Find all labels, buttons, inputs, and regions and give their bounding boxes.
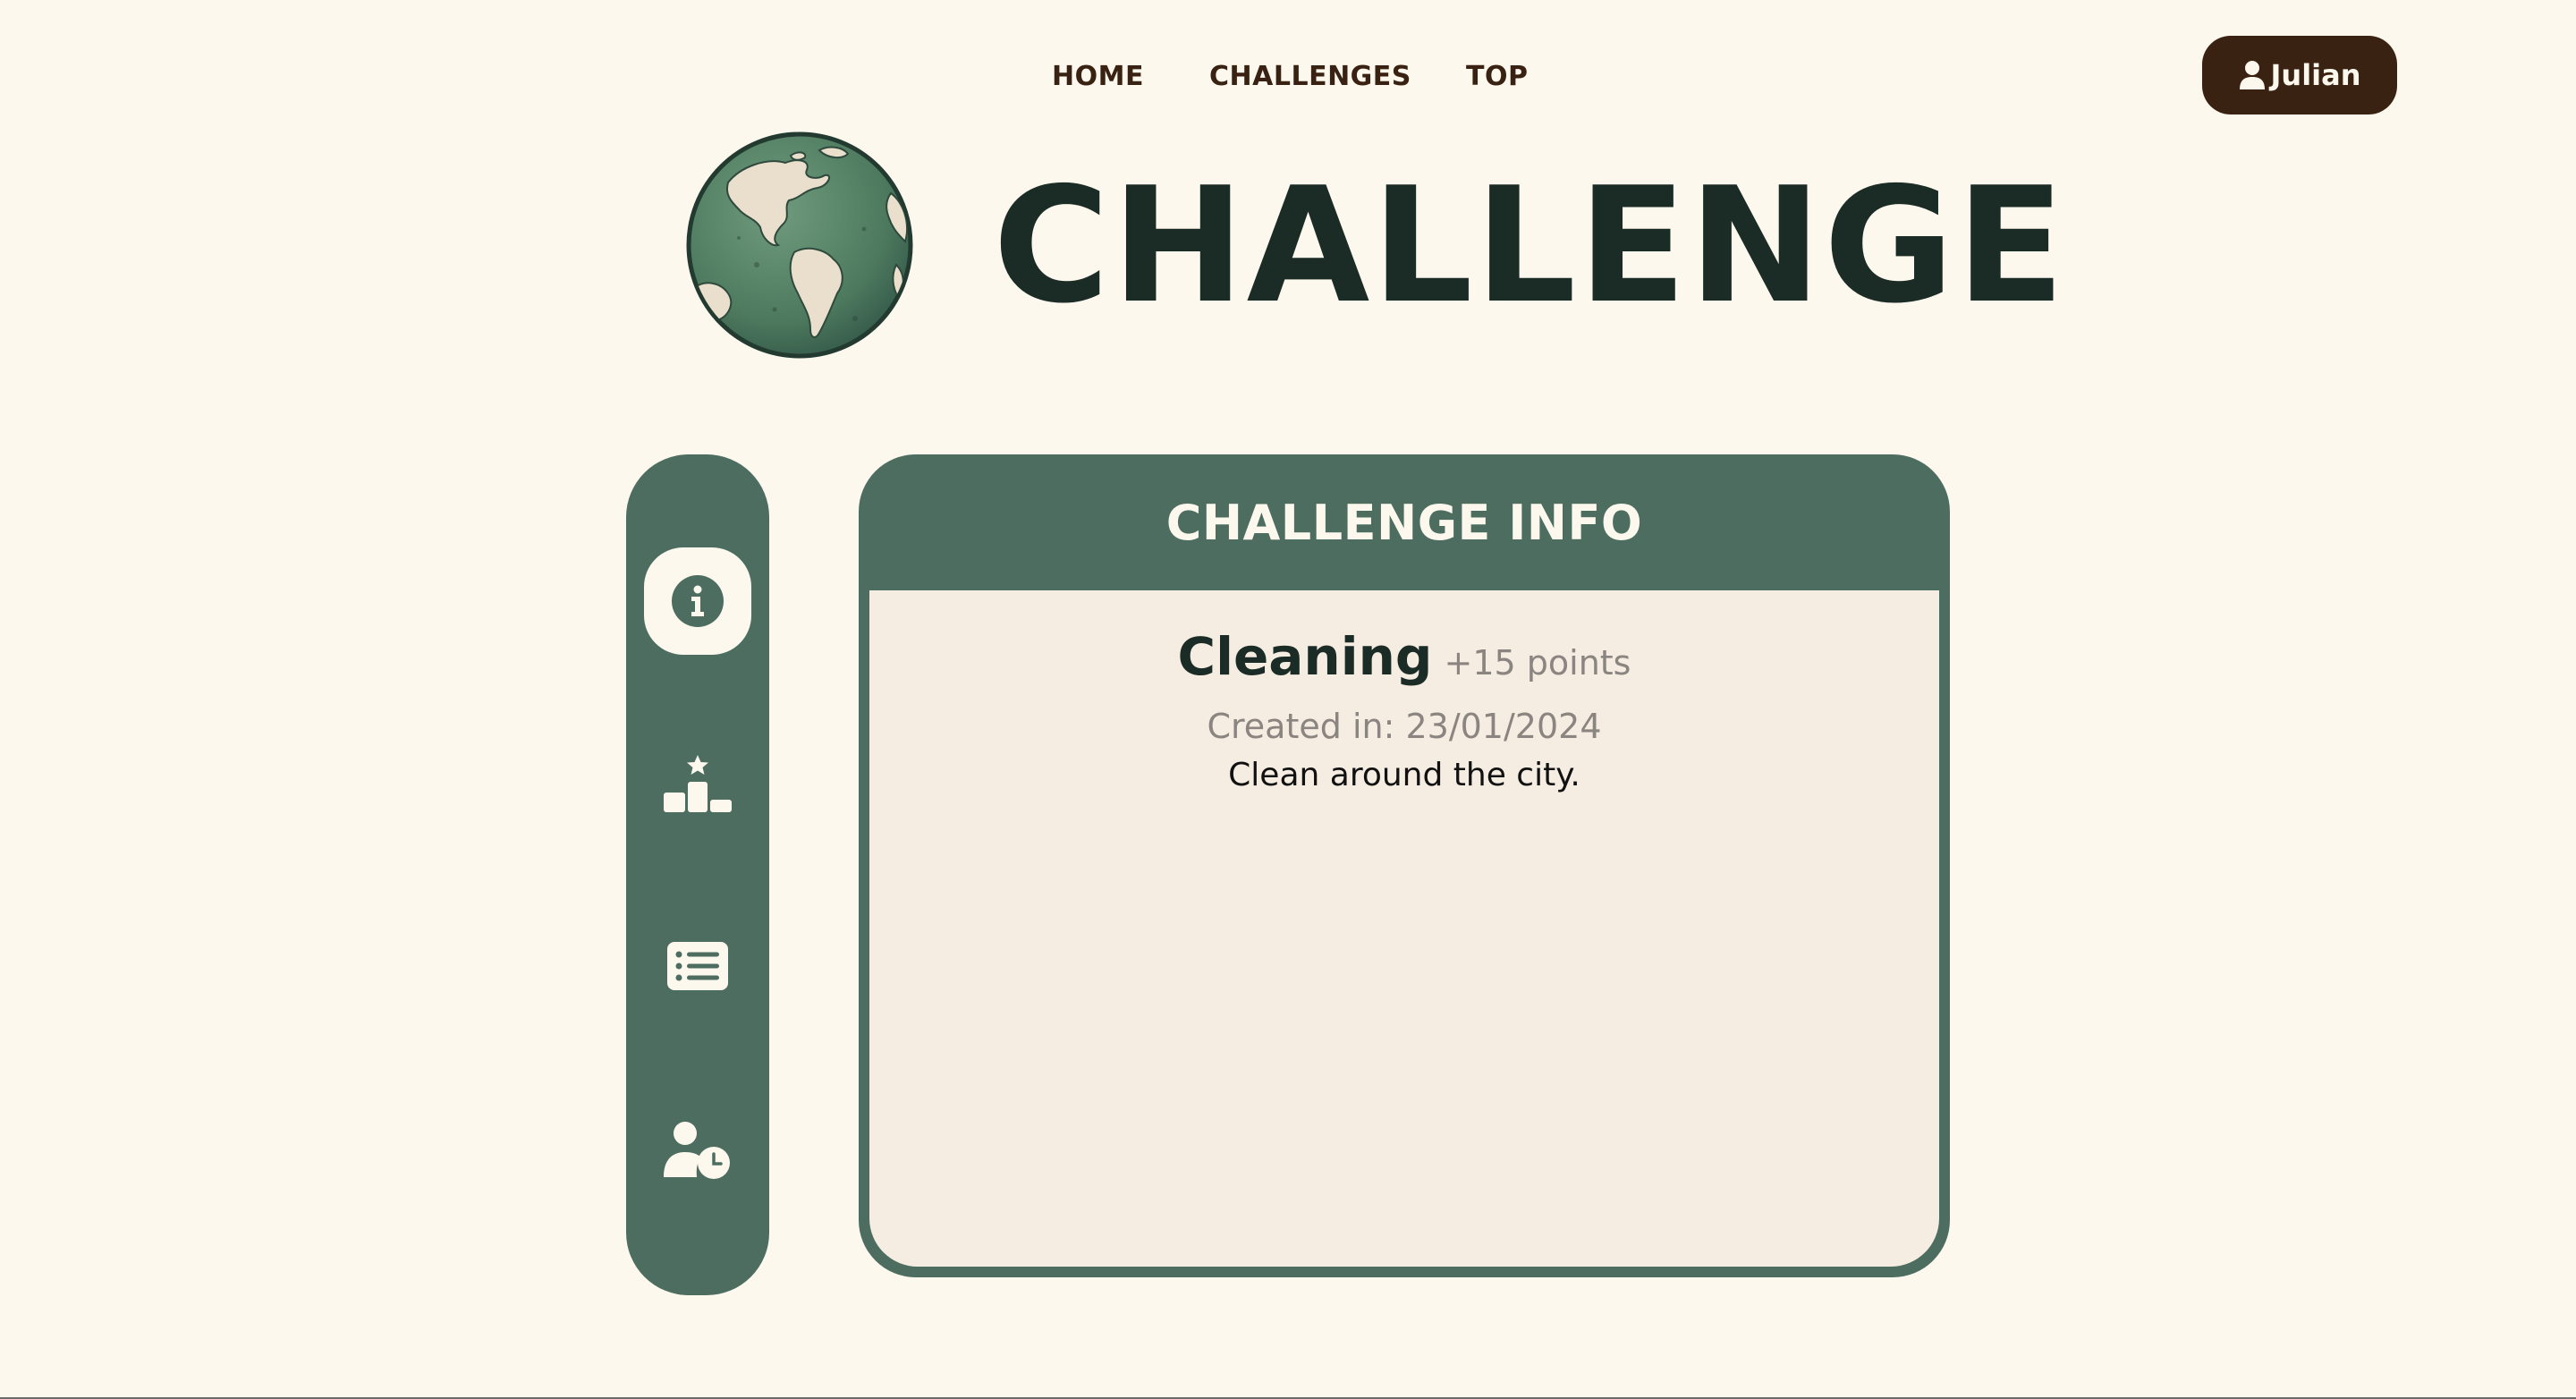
challenge-points: +15 points	[1444, 643, 1631, 683]
challenge-description: Clean around the city.	[1228, 757, 1580, 793]
challenge-sidebar	[626, 454, 769, 1295]
podium-icon	[664, 755, 732, 812]
challenge-created-date: Created in: 23/01/2024	[1207, 707, 1602, 746]
user-clock-icon	[664, 1122, 730, 1179]
info-icon	[672, 575, 724, 627]
sidebar-item-ranking[interactable]	[644, 730, 751, 837]
user-account-button[interactable]: Julian	[2202, 36, 2397, 114]
nav-home-link[interactable]: HOME	[1052, 55, 1144, 98]
card-body: Cleaning +15 points Created in: 23/01/20…	[869, 590, 1939, 1267]
top-nav: HOME CHALLENGES TOP	[0, 55, 2576, 98]
challenge-title-row: Cleaning +15 points	[869, 626, 1939, 687]
nav-challenges-link[interactable]: CHALLENGES	[1209, 55, 1411, 98]
sidebar-item-list[interactable]	[644, 912, 751, 1020]
card-title: CHALLENGE INFO	[1165, 494, 1643, 551]
list-icon	[667, 942, 728, 990]
card-header: CHALLENGE INFO	[859, 454, 1950, 590]
globe-logo	[686, 131, 913, 359]
nav-top-link[interactable]: TOP	[1466, 55, 1528, 98]
sidebar-item-history[interactable]	[644, 1097, 751, 1204]
sidebar-item-info[interactable]	[644, 547, 751, 655]
page-title: CHALLENGE	[993, 153, 2067, 338]
challenge-info-card: CHALLENGE INFO Cleaning +15 points Creat…	[859, 454, 1950, 1277]
user-name: Julian	[2270, 58, 2361, 92]
user-icon	[2239, 61, 2265, 89]
challenge-name: Cleaning	[1177, 626, 1433, 687]
